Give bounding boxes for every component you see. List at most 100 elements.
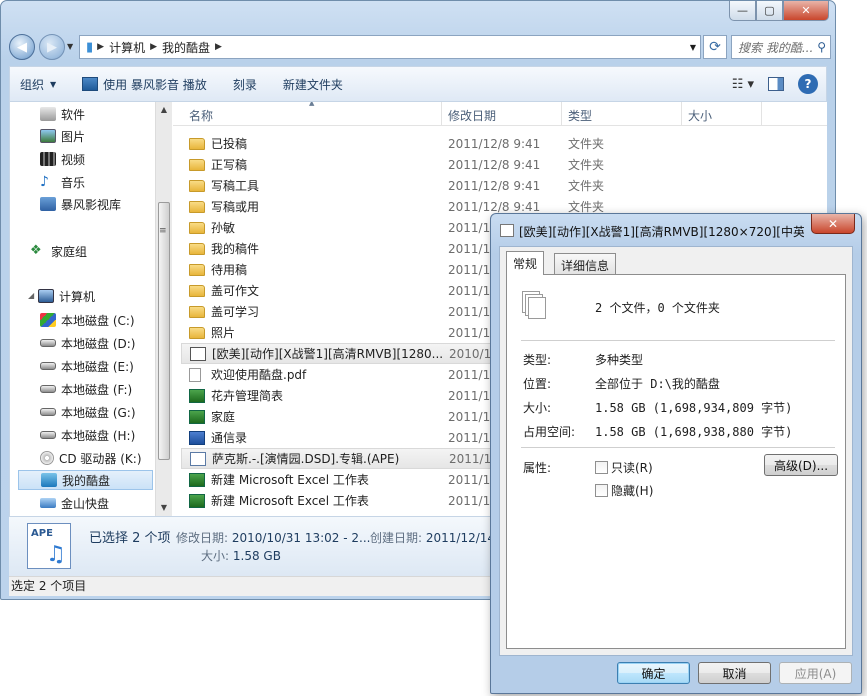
nav-item-baofeng-library[interactable]: 暴风影视库 xyxy=(40,194,121,214)
nav-item-music[interactable]: ♪ 音乐 xyxy=(40,172,85,192)
nav-item-pictures[interactable]: 图片 xyxy=(40,126,85,146)
chevron-right-icon[interactable]: ▶ xyxy=(215,42,222,52)
column-divider[interactable] xyxy=(761,102,762,126)
burn-button[interactable]: 刻录 xyxy=(233,76,257,93)
nav-item-jinshan-drive[interactable]: 金山快盘 xyxy=(40,493,109,513)
scroll-down-icon[interactable]: ▼ xyxy=(156,500,172,516)
file-row[interactable]: 写稿工具 2011/12/8 9:41 文件夹 xyxy=(181,175,827,196)
nav-item-computer[interactable]: 计算机 xyxy=(38,286,95,306)
dialog-title: [欧美][动作][X战警1][高清RMVB][1280×720][中英... xyxy=(519,225,804,239)
address-dropdown-icon[interactable]: ▼ xyxy=(690,43,696,52)
nav-item-drive-h[interactable]: 本地磁盘 (H:) xyxy=(40,425,135,445)
excel-file-icon xyxy=(189,388,205,403)
address-bar[interactable]: ▮ ▶ 计算机 ▶ 我的酷盘 ▶ ▼ xyxy=(79,35,701,59)
column-divider[interactable] xyxy=(441,102,442,126)
column-modified[interactable]: 修改日期 xyxy=(448,107,496,124)
nav-scrollbar[interactable]: ▲ ≡ ▼ xyxy=(155,102,172,516)
cancel-button[interactable]: 取消 xyxy=(698,662,771,684)
ape-file-icon: APE ♫ xyxy=(27,523,71,569)
apply-button[interactable]: 应用(A) xyxy=(779,662,852,684)
file-name: 花卉管理简表 xyxy=(211,389,284,403)
close-button[interactable]: ✕ xyxy=(783,1,829,21)
tab-general[interactable]: 常规 xyxy=(506,251,545,275)
minimize-button[interactable]: — xyxy=(729,1,756,21)
recent-pages-dropdown-icon[interactable]: ▼ xyxy=(67,42,73,51)
checkbox-box[interactable] xyxy=(595,484,608,497)
excel-file-icon xyxy=(189,472,205,487)
file-row[interactable]: 正写稿 2011/12/8 9:41 文件夹 xyxy=(181,154,827,175)
breadcrumb-computer[interactable]: 计算机 xyxy=(109,39,145,56)
breadcrumb-kuaipan[interactable]: 我的酷盘 xyxy=(162,39,210,56)
nav-item-videos[interactable]: 视频 xyxy=(40,149,85,169)
windows-drive-icon xyxy=(40,313,56,327)
file-name: 已投稿 xyxy=(211,137,248,151)
hidden-checkbox[interactable]: 隐藏(H) xyxy=(595,482,653,499)
back-button[interactable]: ◀ xyxy=(9,34,35,60)
play-label: 使用 暴风影音 播放 xyxy=(103,77,207,92)
folder-icon xyxy=(189,326,205,339)
folder-icon xyxy=(189,158,205,171)
file-name: 新建 Microsoft Excel 工作表 xyxy=(211,473,369,487)
collapse-icon[interactable]: ◢ xyxy=(28,291,34,300)
forward-button[interactable]: ▶ xyxy=(39,34,65,60)
file-row[interactable]: 已投稿 2011/12/8 9:41 文件夹 xyxy=(181,133,827,154)
nav-item-homegroup[interactable]: ❖ 家庭组 xyxy=(30,241,87,261)
folder-icon xyxy=(189,137,205,150)
column-type[interactable]: 类型 xyxy=(568,107,592,124)
nav-item-label: 本地磁盘 (H:) xyxy=(61,428,136,443)
column-divider[interactable] xyxy=(681,102,682,126)
advanced-button[interactable]: 高级(D)... xyxy=(764,454,838,476)
chevron-right-icon[interactable]: ▶ xyxy=(150,42,157,52)
column-divider[interactable] xyxy=(561,102,562,126)
excel-file-icon xyxy=(189,493,205,508)
checkbox-box[interactable] xyxy=(595,461,608,474)
column-size[interactable]: 大小 xyxy=(688,107,712,124)
refresh-button[interactable]: ⟳ xyxy=(703,35,727,59)
media-player-icon xyxy=(82,77,99,91)
column-name[interactable]: 名称 xyxy=(189,107,213,124)
file-icon xyxy=(500,224,514,237)
nav-item-drive-c[interactable]: 本地磁盘 (C:) xyxy=(40,310,135,330)
nav-item-drive-e[interactable]: 本地磁盘 (E:) xyxy=(40,356,134,376)
chevron-right-icon[interactable]: ▶ xyxy=(97,42,104,52)
play-button[interactable]: 使用 暴风影音 播放 xyxy=(82,76,207,93)
organize-button[interactable]: 组织 ▼ xyxy=(20,76,56,93)
search-icon[interactable]: ⚲ xyxy=(817,40,826,54)
library-icon xyxy=(40,197,56,211)
hidden-label: 隐藏(H) xyxy=(611,484,654,498)
help-icon[interactable]: ? xyxy=(798,74,818,94)
nav-item-label: 图片 xyxy=(61,129,86,144)
search-input[interactable]: 搜索 我的酷... ⚲ xyxy=(731,35,831,59)
file-name: 孙敏 xyxy=(211,221,236,235)
divider xyxy=(521,447,835,448)
nav-item-kuaipan[interactable]: 我的酷盘 xyxy=(18,470,153,490)
dialog-close-button[interactable]: ✕ xyxy=(811,214,855,234)
nav-item-software[interactable]: 软件 xyxy=(40,104,85,124)
view-options-icon[interactable]: ☷ ▾ xyxy=(732,77,754,92)
new-folder-button[interactable]: 新建文件夹 xyxy=(283,76,343,93)
nav-item-label: 软件 xyxy=(61,107,86,122)
nav-item-drive-d[interactable]: 本地磁盘 (D:) xyxy=(40,333,135,353)
maximize-button[interactable]: ▢ xyxy=(756,1,783,21)
nav-item-drive-g[interactable]: 本地磁盘 (G:) xyxy=(40,402,136,422)
file-name: 家庭 xyxy=(211,410,236,424)
multiple-files-icon xyxy=(522,291,548,323)
hard-drive-icon xyxy=(40,408,56,416)
file-name: 待用稿 xyxy=(211,263,248,277)
scroll-up-icon[interactable]: ▲ xyxy=(156,102,172,118)
scroll-thumb[interactable] xyxy=(158,202,170,460)
hard-drive-icon xyxy=(40,385,56,393)
tab-details[interactable]: 详细信息 xyxy=(554,253,617,275)
nav-item-drive-f[interactable]: 本地磁盘 (F:) xyxy=(40,379,132,399)
audio-file-icon xyxy=(190,451,206,466)
ok-button[interactable]: 确定 xyxy=(617,662,690,684)
folder-icon xyxy=(189,221,205,234)
folder-icon xyxy=(189,200,205,213)
preview-pane-icon[interactable] xyxy=(768,77,784,91)
kuaipan-icon xyxy=(41,473,57,487)
file-type: 文件夹 xyxy=(568,179,605,193)
type-label: 类型: xyxy=(523,353,552,367)
window-controls: — ▢ ✕ xyxy=(729,1,829,21)
nav-item-cd-drive[interactable]: CD 驱动器 (K:) xyxy=(40,448,142,468)
readonly-checkbox[interactable]: 只读(R) xyxy=(595,459,653,476)
